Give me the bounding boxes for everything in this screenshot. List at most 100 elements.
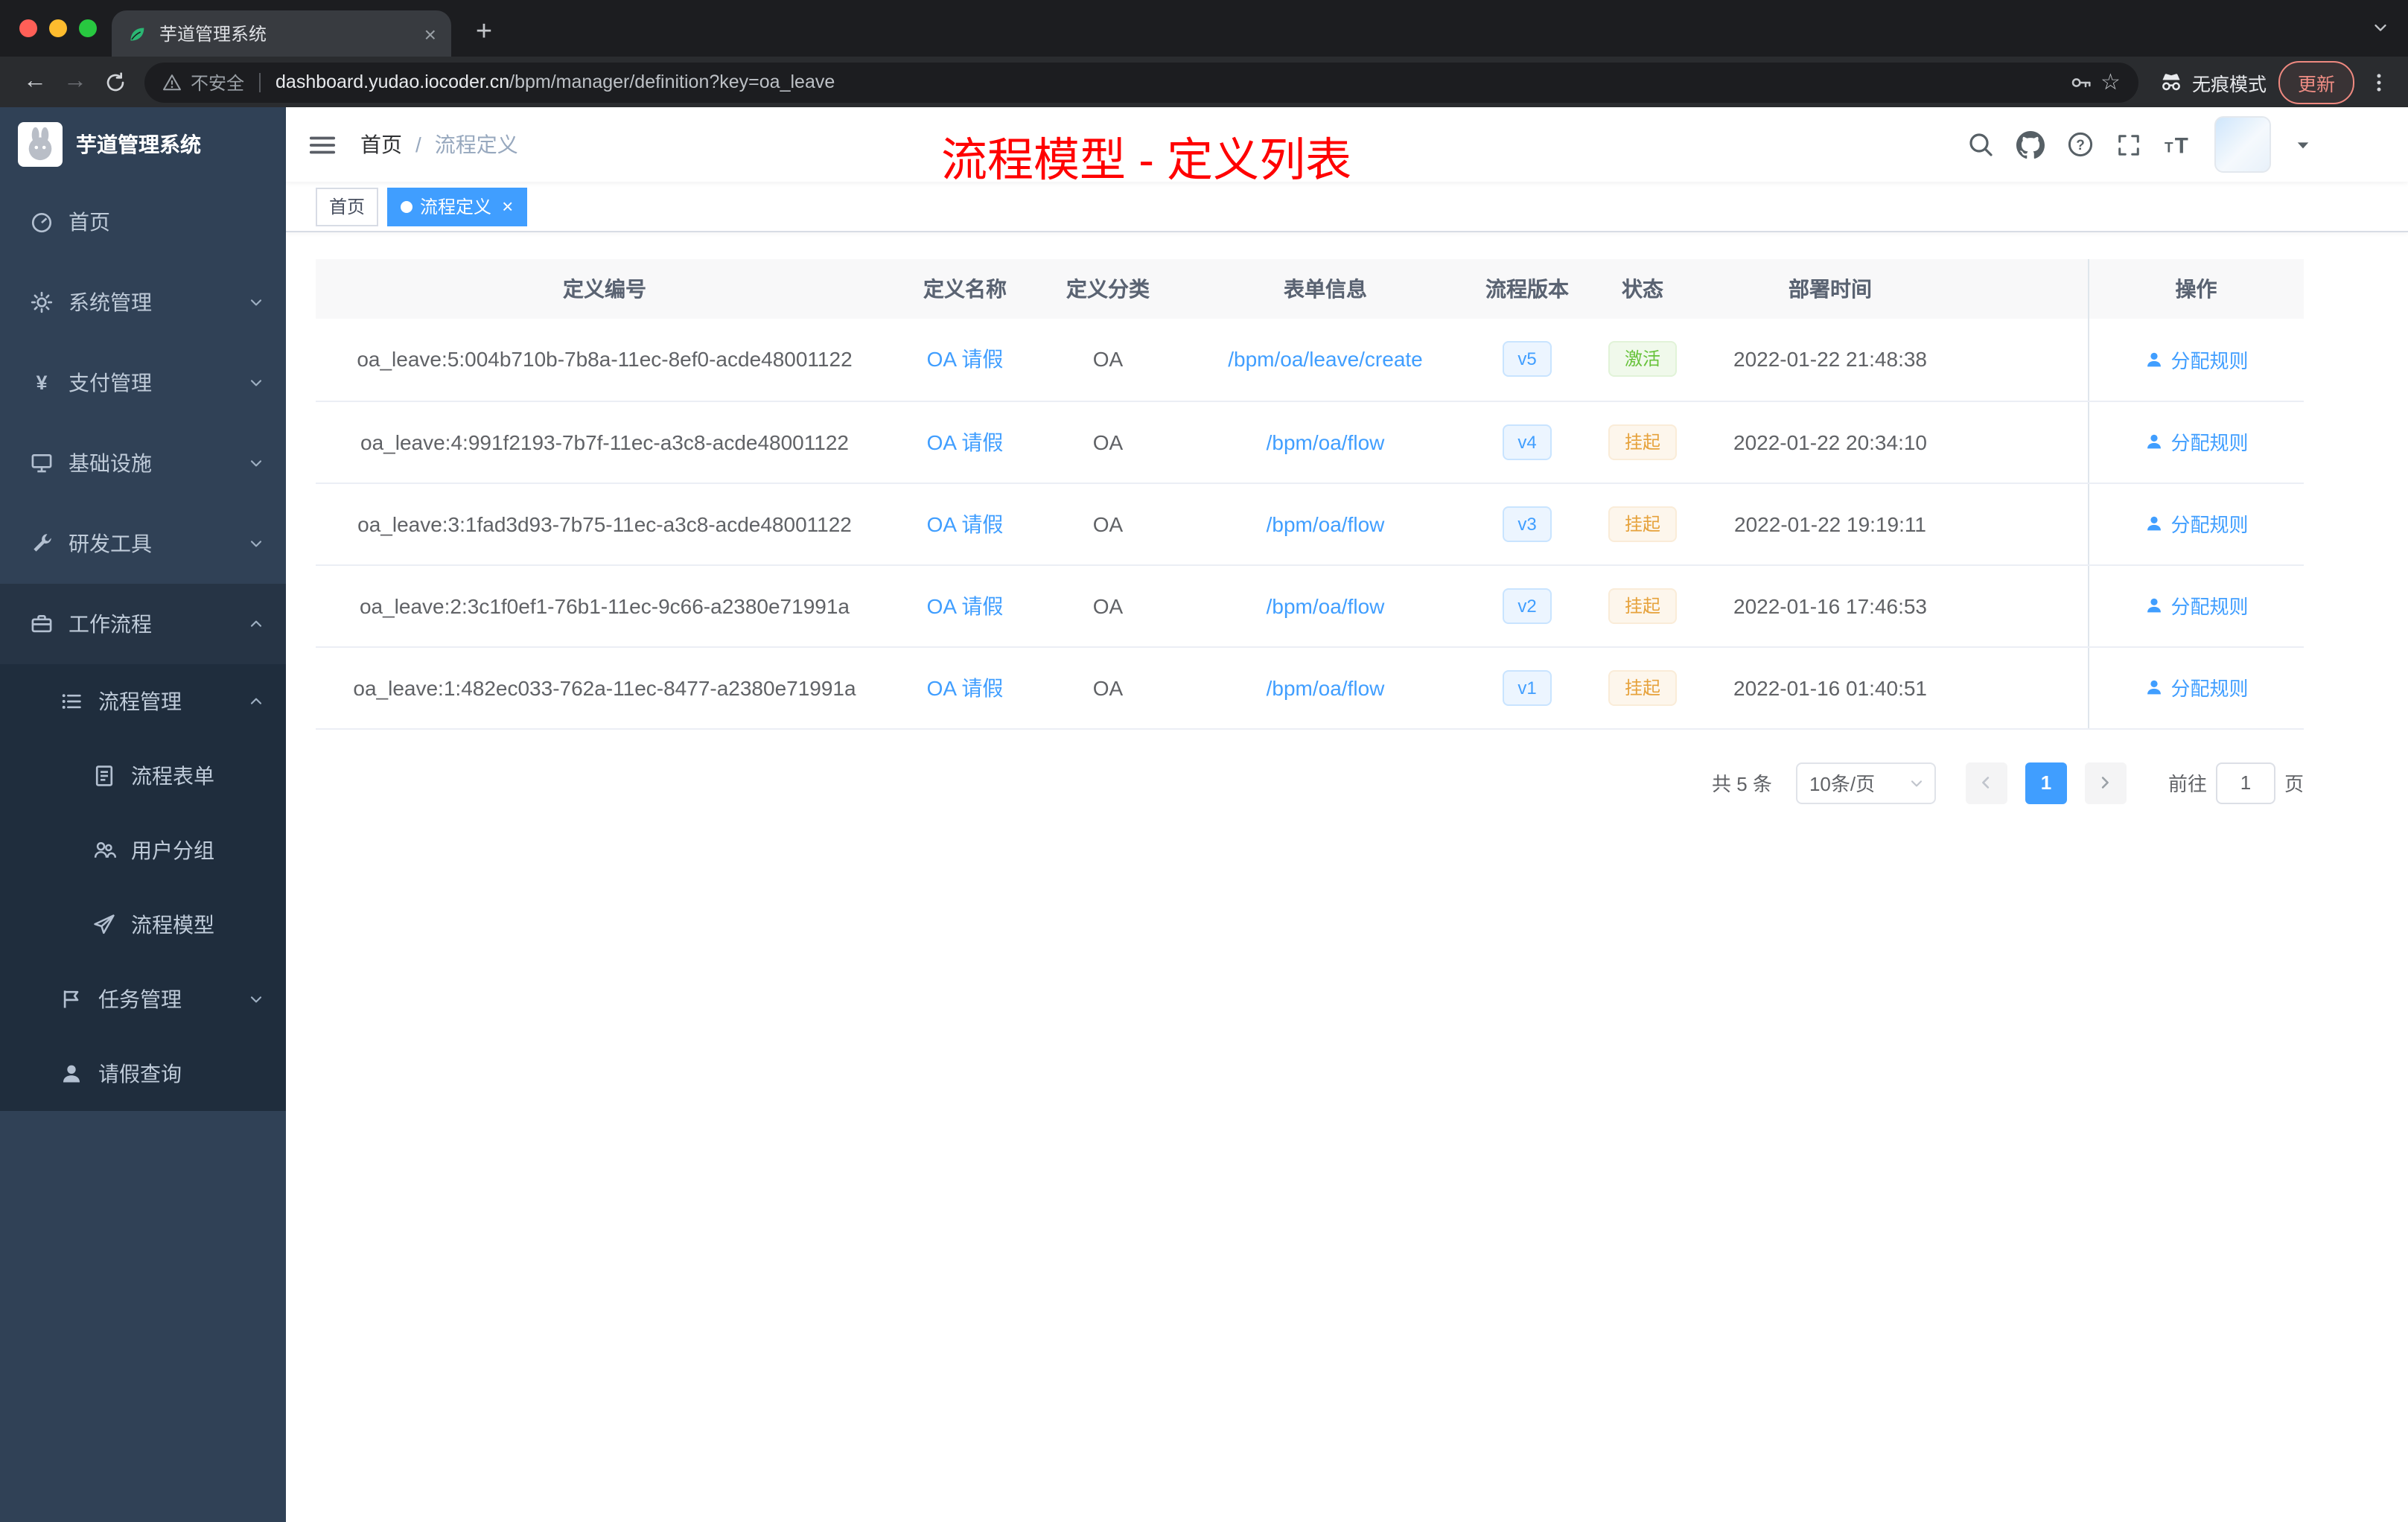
- tags-view-bar: 首页 流程定义 ×: [286, 182, 2408, 232]
- definition-name-link[interactable]: OA 请假: [927, 675, 1004, 699]
- bookmark-star-icon[interactable]: ☆: [2100, 71, 2121, 93]
- status-badge: 挂起: [1608, 588, 1677, 623]
- assign-rule-link[interactable]: 分配规则: [2144, 673, 2249, 701]
- help-icon[interactable]: [2067, 131, 2094, 158]
- github-icon[interactable]: [2016, 130, 2045, 159]
- window-controls: [19, 19, 97, 37]
- form-link[interactable]: /bpm/oa/flow: [1267, 512, 1385, 535]
- new-tab-button[interactable]: +: [463, 10, 505, 52]
- sidebar-item-infrastructure[interactable]: 基础设施: [0, 423, 286, 503]
- app-logo: 芋道管理系统: [0, 107, 286, 182]
- avatar-caret-icon[interactable]: [2293, 135, 2313, 154]
- breadcrumb-separator: /: [415, 133, 421, 156]
- tab-close-icon[interactable]: ×: [424, 23, 436, 44]
- sidebar-item-user-group[interactable]: 用户分组: [0, 813, 286, 888]
- app-frame: 芋道管理系统 首页 系统管理 支付管理 基础设施 研发工具 工作流程 流程管理 …: [0, 107, 2408, 1522]
- status-badge: 挂起: [1608, 669, 1677, 705]
- form-link[interactable]: /bpm/oa/flow: [1267, 430, 1385, 453]
- definition-name-link[interactable]: OA 请假: [927, 430, 1004, 453]
- page-size-select[interactable]: 10条/页: [1795, 762, 1936, 803]
- fullscreen-icon[interactable]: [2116, 132, 2141, 157]
- sidebar-item-process-form[interactable]: 流程表单: [0, 739, 286, 813]
- workflow-submenu: 流程管理 流程表单 用户分组 流程模型 任务管理 请假查询: [0, 664, 286, 1111]
- definition-id-cell: oa_leave:1:482ec033-762a-11ec-8477-a2380…: [316, 646, 894, 729]
- incognito-indicator: 无痕模式: [2159, 68, 2267, 96]
- browser-tab[interactable]: 芋道管理系统 ×: [112, 10, 451, 57]
- incognito-label: 无痕模式: [2191, 74, 2267, 95]
- address-bar[interactable]: 不安全 dashboard.yudao.iocoder.cn/bpm/manag…: [144, 62, 2138, 102]
- sidebar-item-process-management[interactable]: 流程管理: [0, 664, 286, 739]
- deploy-time-cell: 2022-01-22 20:34:10: [1702, 401, 1958, 483]
- user-icon: [2144, 350, 2163, 369]
- logo-avatar: [18, 122, 63, 167]
- dashboard-icon: [30, 210, 54, 234]
- active-tag-dot: [401, 200, 413, 212]
- next-page-button[interactable]: [2084, 762, 2127, 803]
- sidebar-item-task-management[interactable]: 任务管理: [0, 962, 286, 1037]
- breadcrumb-home-link[interactable]: 首页: [360, 130, 402, 159]
- sidebar-item-dev-tools[interactable]: 研发工具: [0, 503, 286, 584]
- category-cell: OA: [1036, 319, 1179, 401]
- sidebar-item-workflow[interactable]: 工作流程: [0, 584, 286, 664]
- form-link[interactable]: /bpm/oa/flow: [1267, 675, 1385, 699]
- browser-menu-icon[interactable]: [2368, 71, 2390, 93]
- yen-icon: [30, 371, 54, 395]
- assign-rule-link[interactable]: 分配规则: [2144, 346, 2249, 374]
- user-avatar[interactable]: [2214, 116, 2271, 173]
- assign-rule-link[interactable]: 分配规则: [2144, 427, 2249, 456]
- url-path: /bpm/manager/definition?key=oa_leave: [509, 71, 835, 92]
- security-label[interactable]: 不安全: [191, 69, 244, 95]
- password-key-icon[interactable]: [2069, 71, 2092, 93]
- font-size-icon[interactable]: [2164, 130, 2192, 159]
- back-button[interactable]: ←: [15, 62, 55, 102]
- definition-name-link[interactable]: OA 请假: [927, 512, 1004, 535]
- page-1-button[interactable]: 1: [2025, 762, 2067, 803]
- version-tag: v1: [1503, 669, 1552, 705]
- definition-name-link[interactable]: OA 请假: [927, 348, 1004, 372]
- search-icon[interactable]: [1967, 131, 1994, 158]
- col-deploy-time: 部署时间: [1702, 259, 1958, 319]
- breadcrumb: 首页 / 流程定义: [360, 130, 518, 159]
- definition-name-link[interactable]: OA 请假: [927, 593, 1004, 617]
- sidebar-item-payment-management[interactable]: 支付管理: [0, 343, 286, 423]
- status-badge: 挂起: [1608, 424, 1677, 459]
- prev-page-button[interactable]: [1965, 762, 2007, 803]
- col-definition-category: 定义分类: [1036, 259, 1179, 319]
- assign-rule-link[interactable]: 分配规则: [2144, 591, 2249, 620]
- definition-id-cell: oa_leave:4:991f2193-7b7f-11ec-a3c8-acde4…: [316, 401, 894, 483]
- flag-icon: [60, 987, 83, 1011]
- screen: 芋道管理系统 × + ← → 不安全 dashboard.yudao.iocod…: [0, 0, 2408, 1522]
- tab-search-chevron-icon[interactable]: [2371, 18, 2390, 37]
- assign-rule-link[interactable]: 分配规则: [2144, 509, 2249, 538]
- form-link[interactable]: /bpm/oa/leave/create: [1228, 348, 1423, 372]
- page-header: 首页 / 流程定义: [286, 107, 2408, 182]
- tag-home[interactable]: 首页: [316, 187, 379, 226]
- form-link[interactable]: /bpm/oa/flow: [1267, 593, 1385, 617]
- site-favicon: [127, 23, 147, 44]
- person-icon: [60, 1062, 83, 1086]
- not-secure-warning-icon: [162, 72, 182, 92]
- browser-update-button[interactable]: 更新: [2278, 60, 2354, 104]
- sidebar-item-leave-query[interactable]: 请假查询: [0, 1037, 286, 1111]
- table-row: oa_leave:4:991f2193-7b7f-11ec-a3c8-acde4…: [316, 401, 2304, 483]
- sidebar-toggle-button[interactable]: [308, 130, 337, 159]
- tag-close-icon[interactable]: ×: [502, 197, 513, 216]
- forward-button[interactable]: →: [55, 62, 95, 102]
- goto-page-input[interactable]: [2215, 762, 2275, 803]
- chevron-down-icon: [247, 990, 265, 1008]
- col-spacer: [1958, 259, 2088, 319]
- window-minimize-button[interactable]: [49, 19, 67, 37]
- sidebar-item-home[interactable]: 首页: [0, 182, 286, 262]
- status-badge: 激活: [1608, 341, 1677, 378]
- col-form-info: 表单信息: [1179, 259, 1471, 319]
- chevron-down-icon: [247, 374, 265, 392]
- sidebar-item-process-model[interactable]: 流程模型: [0, 888, 286, 962]
- url-text: dashboard.yudao.iocoder.cn/bpm/manager/d…: [275, 71, 2060, 92]
- window-close-button[interactable]: [19, 19, 37, 37]
- tag-process-definition[interactable]: 流程定义 ×: [387, 187, 527, 226]
- chevron-left-icon: [1977, 773, 1996, 792]
- sidebar-item-system-management[interactable]: 系统管理: [0, 262, 286, 343]
- window-zoom-button[interactable]: [79, 19, 97, 37]
- table-row: oa_leave:2:3c1f0ef1-76b1-11ec-9c66-a2380…: [316, 564, 2304, 647]
- reload-button[interactable]: [95, 62, 136, 102]
